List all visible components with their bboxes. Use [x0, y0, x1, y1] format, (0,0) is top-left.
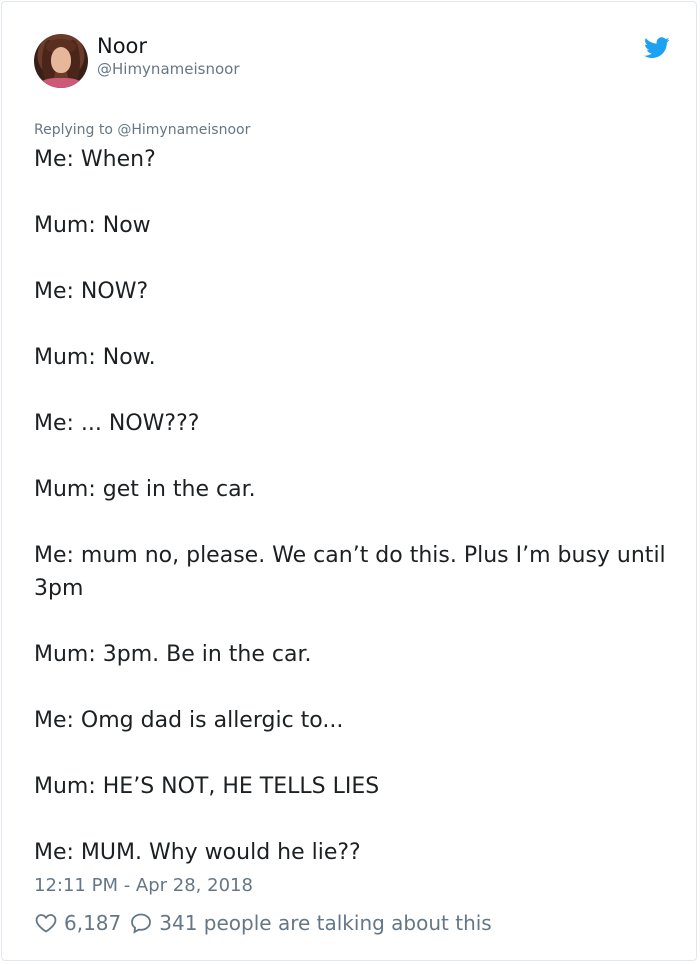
- tweet-card: Noor @Himynameisnoor Replying to @Himyna…: [1, 1, 697, 961]
- tweet-actions: 6,187 341 people are talking about this: [34, 908, 492, 938]
- tweet-line: Mum: 3pm. Be in the car.: [34, 642, 312, 667]
- tweet-line: Me: ... NOW???: [34, 411, 200, 436]
- tweet-line: Mum: Now.: [34, 345, 156, 370]
- twitter-bird-icon[interactable]: [644, 37, 670, 59]
- speech-bubble-icon[interactable]: [129, 911, 153, 935]
- tweet-line: Me: MUM. Why would he lie??: [34, 840, 361, 865]
- tweet-line: Me: Omg dad is allergic to...: [34, 708, 344, 733]
- avatar[interactable]: [34, 34, 88, 88]
- author-handle[interactable]: @Himynameisnoor: [97, 59, 240, 79]
- avatar-shirt: [38, 78, 84, 88]
- avatar-face: [51, 47, 71, 73]
- talking-count[interactable]: 341 people are talking about this: [159, 911, 491, 935]
- like-count[interactable]: 6,187: [64, 911, 121, 935]
- tweet-line: Me: When?: [34, 147, 156, 172]
- heart-icon[interactable]: [34, 911, 58, 935]
- tweet-timestamp[interactable]: 12:11 PM - Apr 28, 2018: [34, 874, 253, 898]
- tweet-line: Mum: get in the car.: [34, 477, 256, 502]
- replying-to[interactable]: Replying to @Himynameisnoor: [34, 121, 250, 139]
- tweet-line: Mum: HE’S NOT, HE TELLS LIES: [34, 774, 380, 799]
- tweet-body: Me: When? Mum: Now Me: NOW? Mum: Now. Me…: [34, 143, 674, 869]
- tweet-line: Me: NOW?: [34, 279, 149, 304]
- tweet-line: Me: mum no, please. We can’t do this. Pl…: [34, 543, 673, 601]
- author-name[interactable]: Noor: [97, 33, 147, 59]
- tweet-line: Mum: Now: [34, 213, 151, 238]
